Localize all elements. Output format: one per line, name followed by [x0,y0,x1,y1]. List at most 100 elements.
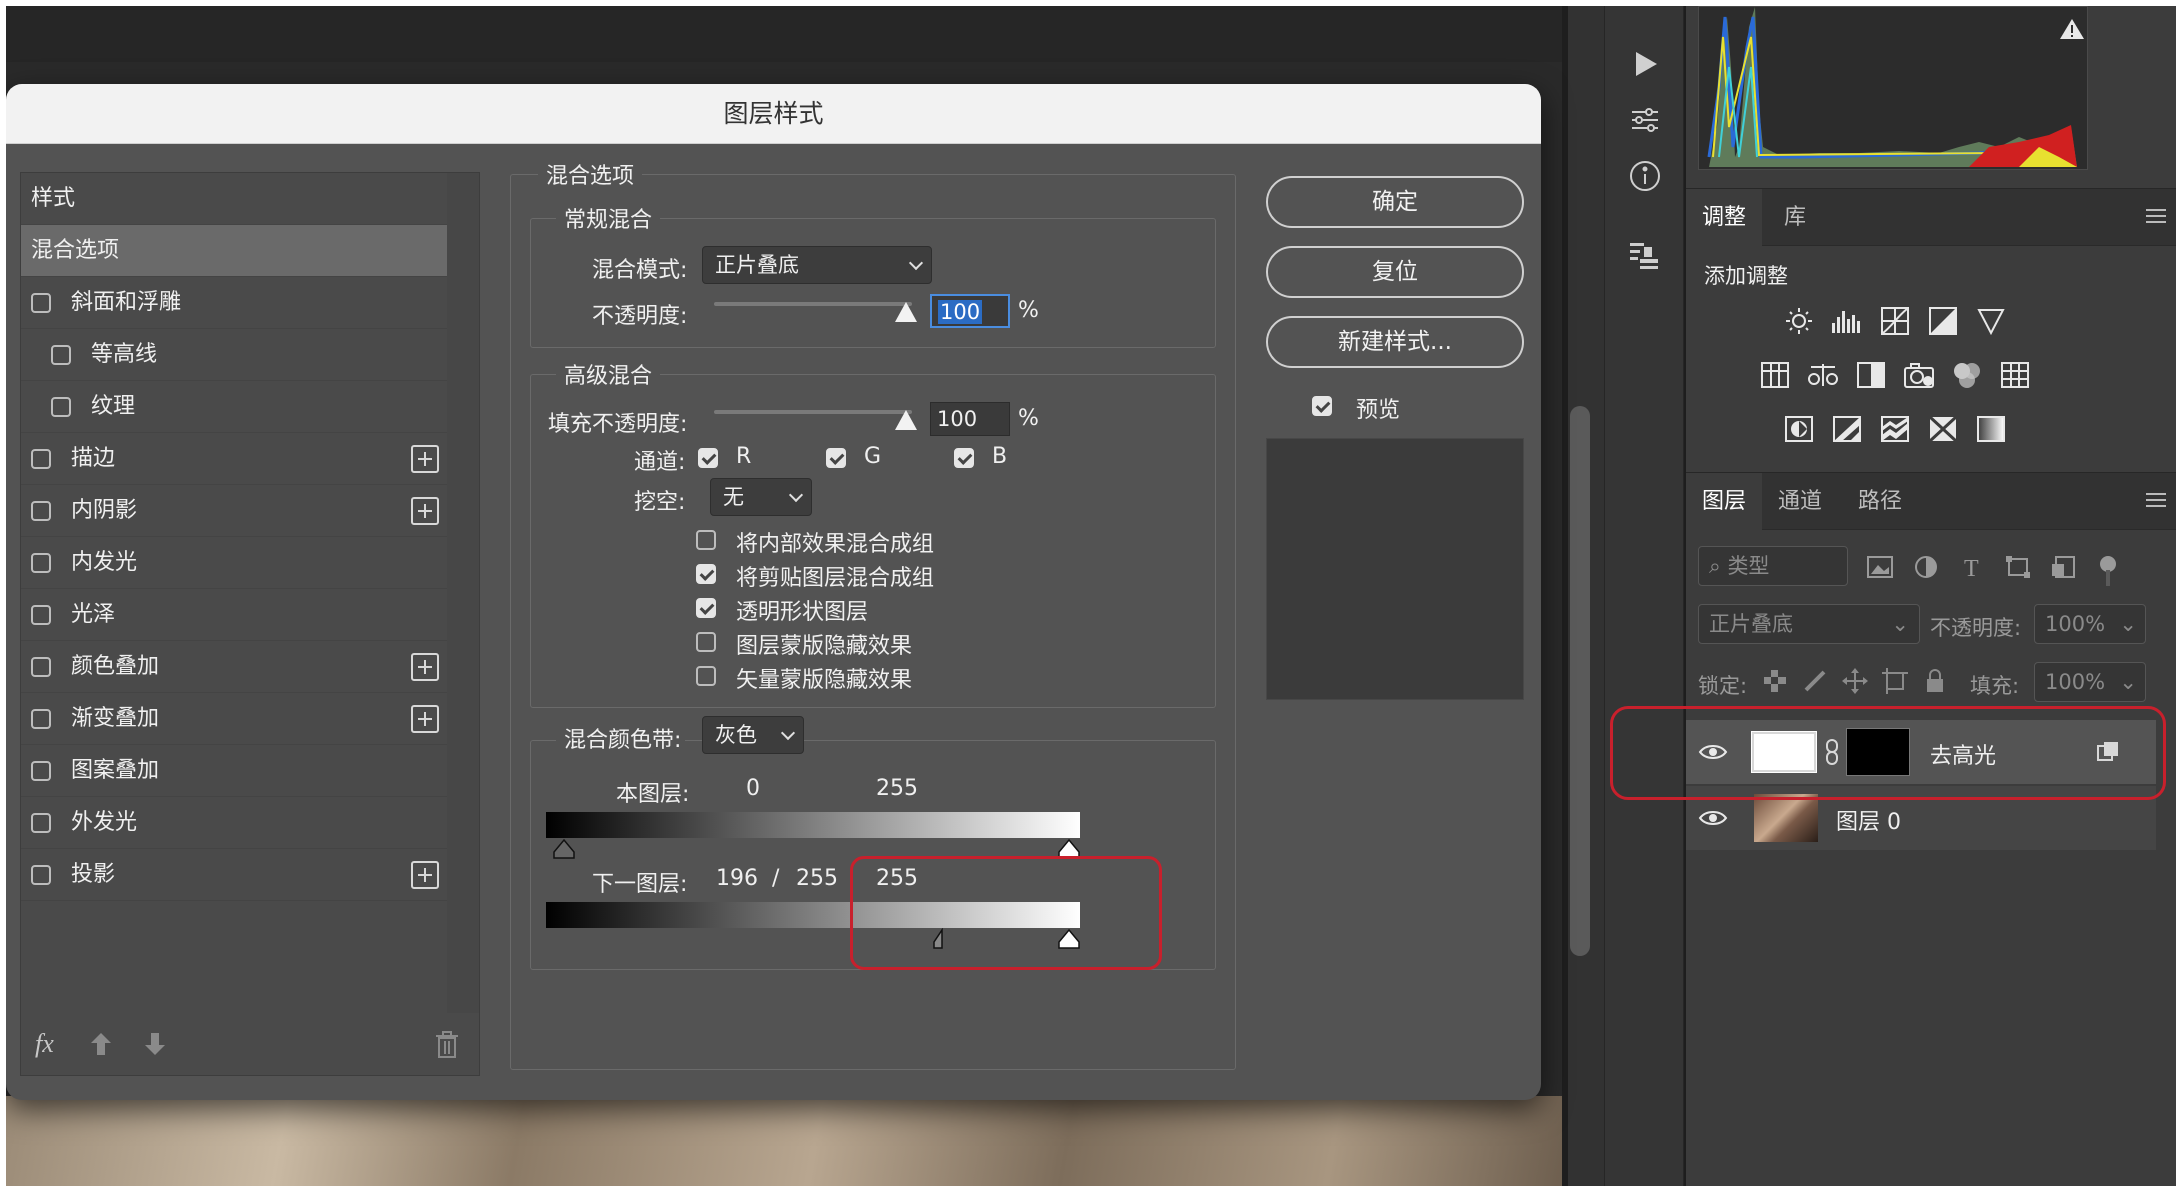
style-item-inner-glow[interactable]: 内发光 [21,537,447,589]
filter-toggle-icon[interactable] [2096,554,2120,588]
black-white-icon[interactable] [1854,358,1888,392]
selective-color-icon[interactable] [1926,412,1960,446]
tab-libraries[interactable]: 库 [1768,189,1822,246]
layer-mask-hides-checkbox[interactable] [696,632,716,652]
inner-glow-checkbox[interactable] [31,553,51,573]
opacity-slider-track[interactable] [714,302,912,306]
blend-if-select[interactable]: 灰色 [702,716,804,754]
fill-opacity-input[interactable]: 100 [930,402,1010,436]
levels-icon[interactable] [1830,304,1864,338]
move-down-icon[interactable] [143,1031,167,1057]
trash-icon[interactable] [435,1031,459,1059]
info-icon[interactable] [1623,154,1667,198]
channel-mixer-icon[interactable] [1950,358,1984,392]
bevel-emboss-checkbox[interactable] [31,293,51,313]
fill-opacity-slider-handle[interactable] [895,410,917,430]
add-color-overlay-icon[interactable] [411,653,439,681]
play-icon[interactable] [1623,42,1667,86]
add-drop-shadow-icon[interactable] [411,861,439,889]
vibrance-icon[interactable] [1974,304,2008,338]
style-item-contour[interactable]: 等高线 [21,329,447,381]
layer-fill-input[interactable]: 100% ⌄ [2034,662,2146,702]
color-balance-icon[interactable] [1806,358,1840,392]
curves-icon[interactable] [1878,304,1912,338]
contour-checkbox[interactable] [51,345,71,365]
styles-list-scrollbar[interactable] [447,173,479,1013]
layer-name[interactable]: 图层 0 [1836,804,1901,836]
layer-thumbnail[interactable] [1754,794,1818,842]
opacity-input[interactable]: 100 [930,294,1010,328]
brightness-icon[interactable] [1782,304,1816,338]
add-gradient-overlay-icon[interactable] [411,705,439,733]
styles-header[interactable]: 样式 [21,173,447,225]
stroke-checkbox[interactable] [31,449,51,469]
visibility-eye-icon[interactable] [1698,808,1728,828]
gradient-map-icon[interactable] [1974,412,2008,446]
fx-icon[interactable]: fx [35,1029,54,1059]
filter-type-icon[interactable]: T [1958,554,1988,580]
lock-paint-icon[interactable] [1802,668,1828,694]
outer-glow-checkbox[interactable] [31,813,51,833]
hue-saturation-icon[interactable] [1758,358,1792,392]
add-inner-shadow-icon[interactable] [411,497,439,525]
tab-channels[interactable]: 通道 [1762,473,1838,530]
layer-blend-mode-select[interactable]: 正片叠底 ⌄ [1698,604,1920,644]
texture-checkbox[interactable] [51,397,71,417]
blend-interior-effects-checkbox[interactable] [696,530,716,550]
move-up-icon[interactable] [89,1031,113,1057]
style-item-stroke[interactable]: 描边 [21,433,447,485]
new-style-button[interactable]: 新建样式... [1266,316,1524,368]
ok-button[interactable]: 确定 [1266,176,1524,228]
style-item-outer-glow[interactable]: 外发光 [21,797,447,849]
style-item-gradient-overlay[interactable]: 渐变叠加 [21,693,447,745]
vector-mask-hides-checkbox[interactable] [696,666,716,686]
layers-menu-icon[interactable] [2146,493,2166,507]
tab-layers[interactable]: 图层 [1686,473,1763,530]
canvas-scrollbar-thumb[interactable] [1570,406,1590,956]
posterize-icon[interactable] [1830,412,1864,446]
opacity-slider-handle[interactable] [895,302,917,322]
threshold-icon[interactable] [1878,412,1912,446]
filter-shape-icon[interactable] [2004,554,2034,580]
channel-r-checkbox[interactable] [698,448,718,468]
clone-source-icon[interactable] [1623,234,1667,278]
blend-clipped-layers-checkbox[interactable] [696,564,716,584]
style-item-inner-shadow[interactable]: 内阴影 [21,485,447,537]
style-item-texture[interactable]: 纹理 [21,381,447,433]
style-item-color-overlay[interactable]: 颜色叠加 [21,641,447,693]
reset-button[interactable]: 复位 [1266,246,1524,298]
transparency-shapes-checkbox[interactable] [696,598,716,618]
add-stroke-icon[interactable] [411,445,439,473]
exposure-icon[interactable] [1926,304,1960,338]
filter-adjustment-icon[interactable] [1912,554,1942,580]
lock-artboard-icon[interactable] [1882,668,1908,694]
blend-mode-select[interactable]: 正片叠底 [702,246,932,284]
invert-icon[interactable] [1782,412,1816,446]
photo-filter-icon[interactable] [1902,358,1936,392]
lock-all-icon[interactable] [1922,668,1948,694]
lock-transparent-icon[interactable] [1762,668,1788,694]
satin-checkbox[interactable] [31,605,51,625]
color-overlay-checkbox[interactable] [31,657,51,677]
filter-smart-object-icon[interactable] [2050,554,2080,580]
filter-pixel-icon[interactable] [1866,554,1896,580]
fill-opacity-slider-track[interactable] [714,410,912,414]
pattern-overlay-checkbox[interactable] [31,761,51,781]
drop-shadow-checkbox[interactable] [31,865,51,885]
style-item-satin[interactable]: 光泽 [21,589,447,641]
tab-adjustments[interactable]: 调整 [1686,189,1763,246]
style-item-bevel-emboss[interactable]: 斜面和浮雕 [21,277,447,329]
color-lookup-icon[interactable] [1998,358,2032,392]
knockout-select[interactable]: 无 [710,478,812,516]
channel-g-checkbox[interactable] [826,448,846,468]
layer-opacity-input[interactable]: 100% ⌄ [2034,604,2146,644]
this-layer-black-handle[interactable] [552,838,576,860]
warning-icon[interactable] [2059,17,2085,41]
layer-filter-kind[interactable]: ⌕ 类型 [1698,546,1848,586]
lock-position-icon[interactable] [1842,668,1868,694]
style-item-blending-options[interactable]: 混合选项 [21,225,447,277]
style-item-drop-shadow[interactable]: 投影 [21,849,447,901]
inner-shadow-checkbox[interactable] [31,501,51,521]
tab-paths[interactable]: 路径 [1842,473,1918,530]
gradient-overlay-checkbox[interactable] [31,709,51,729]
